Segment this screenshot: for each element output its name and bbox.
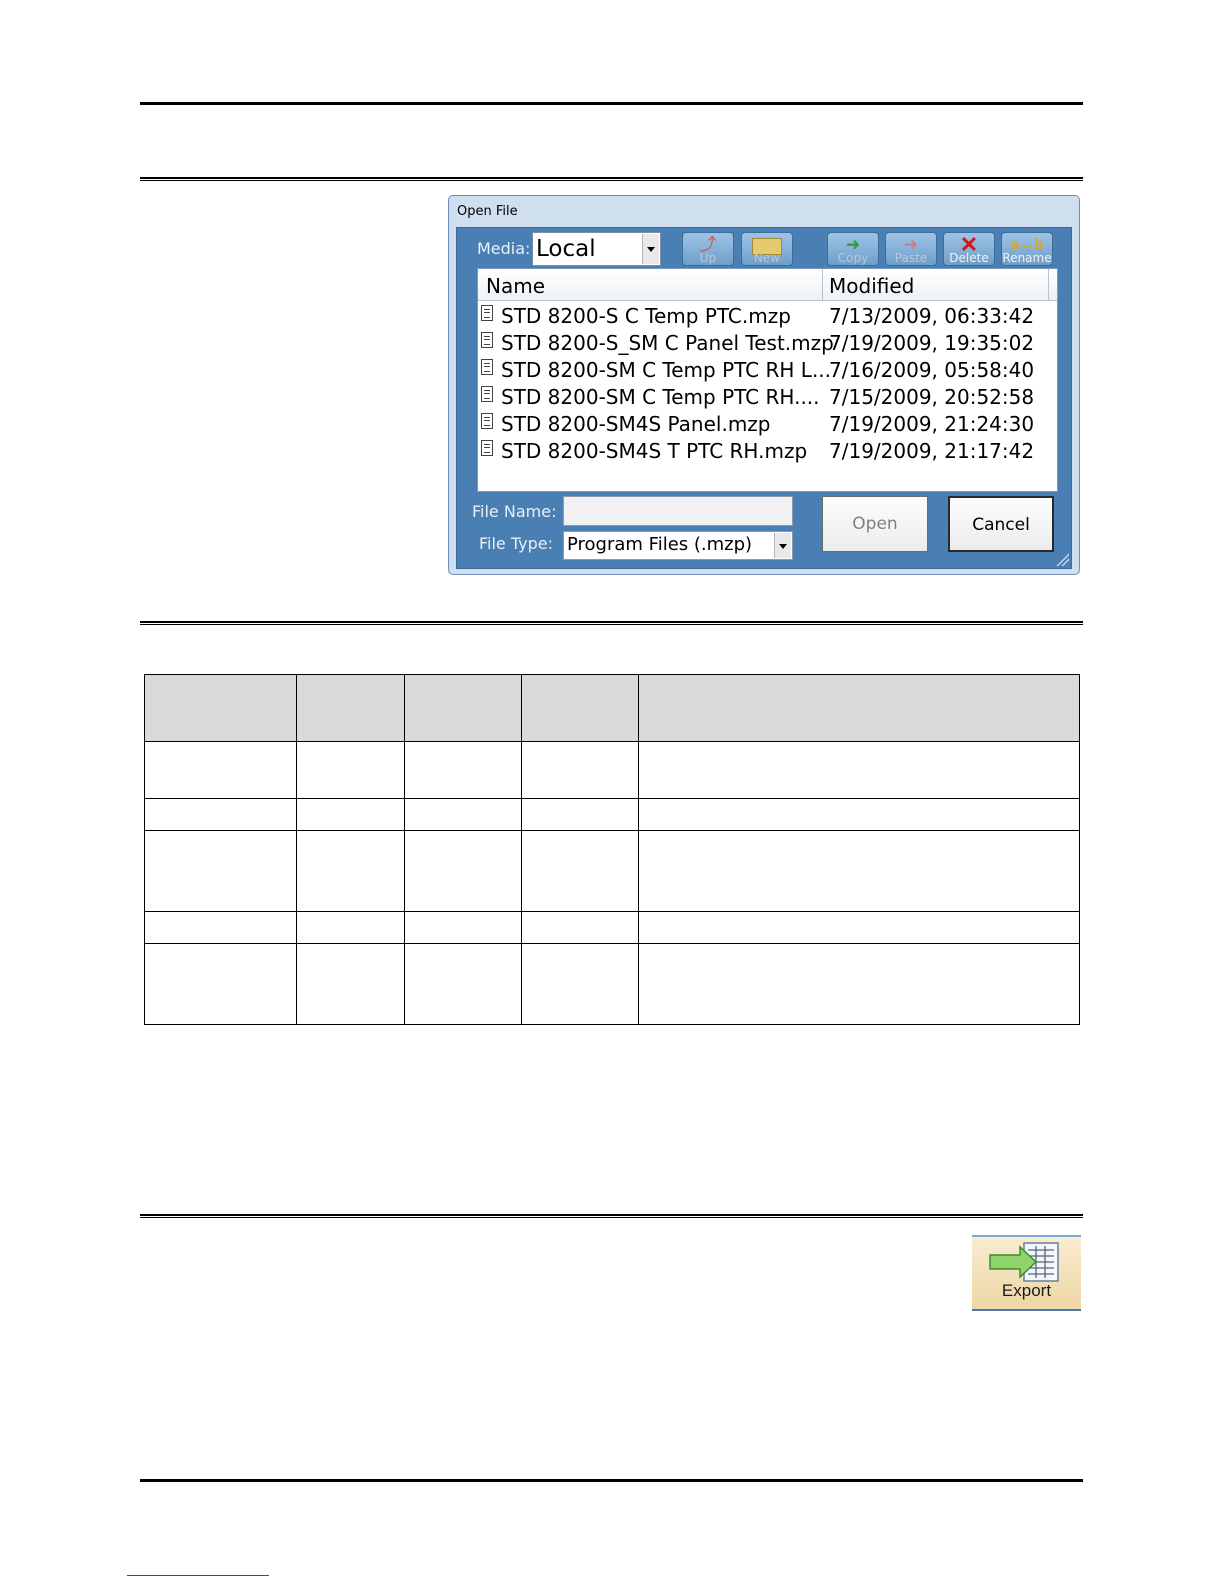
file-name: STD 8200-S C Temp PTC.mzp xyxy=(501,304,791,328)
media-select[interactable]: Local xyxy=(532,232,661,266)
file-name: STD 8200-SM4S T PTC RH.mzp xyxy=(501,439,808,463)
table-cell xyxy=(296,911,405,944)
chevron-down-icon[interactable] xyxy=(774,533,791,558)
document-icon xyxy=(481,413,493,429)
resize-grip-icon[interactable] xyxy=(1055,552,1069,566)
table-cell xyxy=(296,798,405,831)
file-type-label: File Type: xyxy=(479,534,553,553)
table-cell xyxy=(521,830,639,912)
file-row[interactable]: STD 8200-SM4S Panel.mzp 7/19/2009, 21:24… xyxy=(478,412,1057,439)
table-row xyxy=(144,830,1080,912)
document-icon xyxy=(481,332,493,348)
export-label: Export xyxy=(1001,1281,1052,1300)
table-cell xyxy=(638,911,1080,944)
table-cell xyxy=(144,911,297,944)
export-button[interactable]: Export xyxy=(972,1235,1081,1311)
copy-button[interactable]: ➜ Copy xyxy=(827,232,879,266)
open-button[interactable]: Open xyxy=(822,496,928,552)
file-modified: 7/19/2009, 21:24:30 xyxy=(829,412,1035,436)
file-name: STD 8200-SM C Temp PTC RH.... xyxy=(501,385,820,409)
table-cell xyxy=(296,741,405,799)
document-icon xyxy=(481,440,493,456)
table-cell xyxy=(638,798,1080,831)
table-cell xyxy=(521,911,639,944)
table-cell xyxy=(144,943,297,1025)
file-row[interactable]: STD 8200-S C Temp PTC.mzp 7/13/2009, 06:… xyxy=(478,304,1057,331)
file-row[interactable]: STD 8200-SM C Temp PTC RH.... 7/15/2009,… xyxy=(478,385,1057,412)
table-row xyxy=(144,911,1080,944)
footer-link-underline[interactable] xyxy=(127,1575,269,1576)
column-header-modified[interactable]: Modified xyxy=(829,274,914,298)
dialog-title: Open File xyxy=(457,204,518,219)
parameter-table xyxy=(144,674,1080,1025)
document-icon xyxy=(481,359,493,375)
chevron-down-icon[interactable] xyxy=(642,234,659,264)
table-cell xyxy=(638,943,1080,1025)
table-header-cell xyxy=(296,674,405,742)
file-modified: 7/16/2009, 05:58:40 xyxy=(829,358,1035,382)
file-row[interactable]: STD 8200-SM4S T PTC RH.mzp 7/19/2009, 21… xyxy=(478,439,1057,466)
file-type-select[interactable]: Program Files (.mzp) xyxy=(563,531,793,560)
table-cell xyxy=(144,798,297,831)
table-cell xyxy=(296,830,405,912)
bottom-rule xyxy=(140,1479,1083,1482)
up-button[interactable]: ⤴ Up xyxy=(682,232,734,266)
file-modified: 7/15/2009, 20:52:58 xyxy=(829,385,1035,409)
file-name: STD 8200-SM4S Panel.mzp xyxy=(501,412,771,436)
table-cell xyxy=(144,741,297,799)
file-modified: 7/13/2009, 06:33:42 xyxy=(829,304,1035,328)
delete-button[interactable]: ✕ Delete xyxy=(943,232,995,266)
file-name-label: File Name: xyxy=(472,502,557,521)
table-cell xyxy=(638,741,1080,799)
table-cell xyxy=(404,943,522,1025)
file-row[interactable]: STD 8200-S_SM C Panel Test.mzp 7/19/2009… xyxy=(478,331,1057,358)
table-header-cell xyxy=(144,674,297,742)
table-cell xyxy=(521,943,639,1025)
media-label: Media: xyxy=(477,239,531,258)
table-cell xyxy=(404,911,522,944)
document-icon xyxy=(481,305,493,321)
top-rule xyxy=(140,102,1083,105)
column-divider xyxy=(1048,269,1049,300)
file-name: STD 8200-S_SM C Panel Test.mzp xyxy=(501,331,834,355)
table-cell xyxy=(296,943,405,1025)
table-header-row xyxy=(144,674,1080,742)
column-divider[interactable] xyxy=(822,269,823,300)
section-rule-3 xyxy=(140,1214,1083,1218)
table-row xyxy=(144,943,1080,1025)
paste-button[interactable]: ➜ Paste xyxy=(885,232,937,266)
new-folder-button[interactable]: New xyxy=(741,232,793,266)
cancel-button[interactable]: Cancel xyxy=(948,496,1054,552)
file-name: STD 8200-SM C Temp PTC RH L... xyxy=(501,358,832,382)
document-icon xyxy=(481,386,493,402)
table-header-cell xyxy=(638,674,1080,742)
table-row xyxy=(144,741,1080,799)
file-name-field[interactable] xyxy=(563,496,793,526)
open-file-dialog: Open File Media: Local ⤴ Up New ➜ Copy ➜… xyxy=(448,195,1080,575)
media-value: Local xyxy=(536,236,596,262)
table-cell xyxy=(404,741,522,799)
table-cell xyxy=(144,830,297,912)
section-rule-1 xyxy=(140,177,1083,181)
table-header-cell xyxy=(521,674,639,742)
file-modified: 7/19/2009, 19:35:02 xyxy=(829,331,1035,355)
table-cell xyxy=(638,830,1080,912)
file-type-value: Program Files (.mzp) xyxy=(567,534,753,555)
table-header-cell xyxy=(404,674,522,742)
file-list[interactable]: Name Modified STD 8200-S C Temp PTC.mzp … xyxy=(477,268,1058,492)
table-cell xyxy=(404,798,522,831)
dialog-body: Media: Local ⤴ Up New ➜ Copy ➜ Paste ✕ D… xyxy=(456,227,1072,569)
table-cell xyxy=(404,830,522,912)
table-cell xyxy=(521,741,639,799)
rename-button[interactable]: a→b Rename xyxy=(1001,232,1053,266)
file-row[interactable]: STD 8200-SM C Temp PTC RH L... 7/16/2009… xyxy=(478,358,1057,385)
table-row xyxy=(144,798,1080,831)
section-rule-2 xyxy=(140,621,1083,625)
table-cell xyxy=(521,798,639,831)
file-modified: 7/19/2009, 21:17:42 xyxy=(829,439,1035,463)
column-header-name[interactable]: Name xyxy=(486,274,545,298)
file-list-header: Name Modified xyxy=(478,269,1057,301)
